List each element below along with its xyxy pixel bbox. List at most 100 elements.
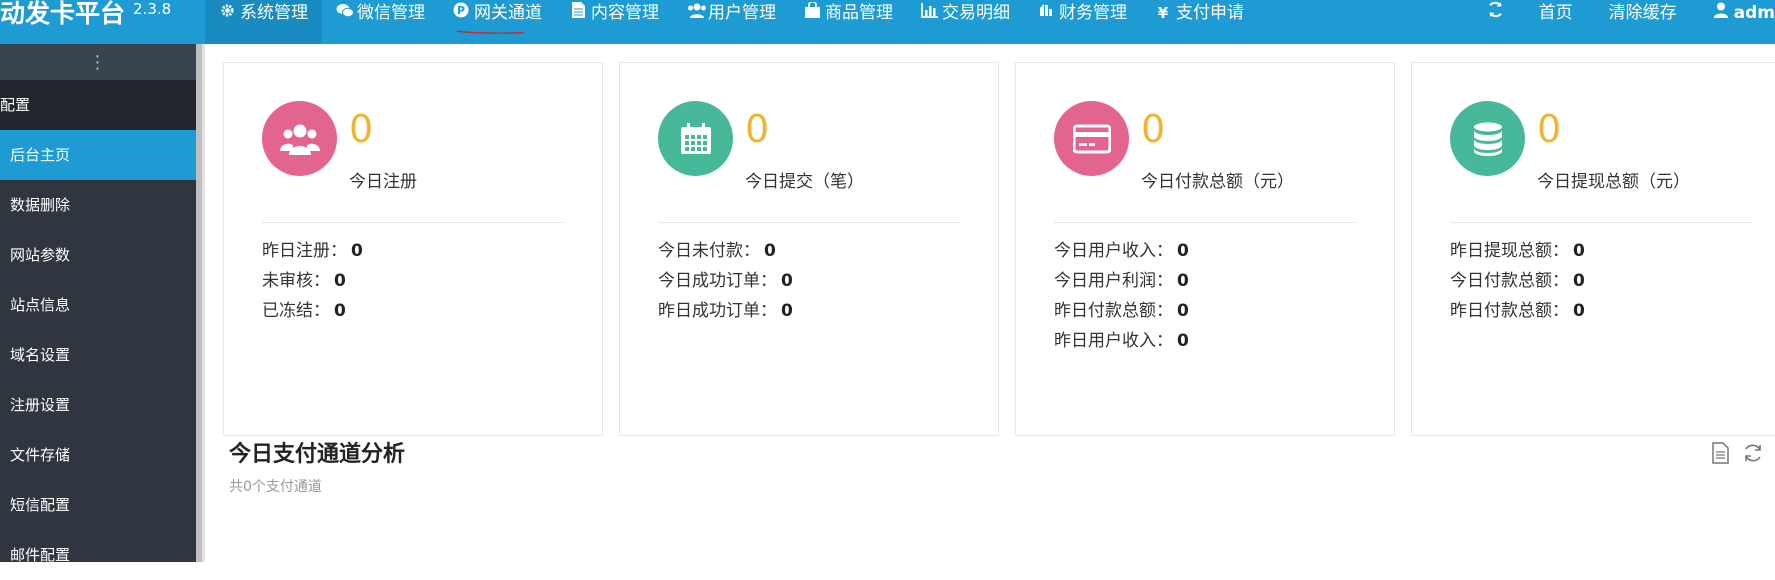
red-underline-annotation	[457, 30, 524, 34]
sidebar-item-register[interactable]: 注册设置	[0, 380, 196, 430]
database-icon	[1473, 122, 1502, 156]
export-document-icon[interactable]	[1710, 442, 1732, 464]
card-divider	[658, 222, 960, 223]
nav-label: 交易明细	[942, 3, 1010, 23]
nav-gateway[interactable]: P 网关通道	[439, 0, 556, 34]
clear-cache-label: 清除缓存	[1608, 3, 1677, 23]
sidebar-item-domain[interactable]: 域名设置	[0, 330, 196, 380]
nav-label: 财务管理	[1059, 3, 1127, 23]
refresh-icon[interactable]	[1742, 442, 1764, 464]
user-icon	[1713, 0, 1729, 26]
sidebar-group-label: 配置	[0, 96, 31, 114]
card-caption: 今日提交（笔）	[745, 172, 864, 192]
yen-icon: ¥	[1157, 4, 1169, 22]
nav-wechat[interactable]: 微信管理	[322, 0, 439, 26]
nav-users[interactable]: 用户管理	[673, 0, 790, 26]
brand-logo[interactable]: 动发卡平台 2.3.8	[0, 0, 171, 44]
calendar-icon	[680, 122, 711, 154]
credit-card-icon	[1072, 124, 1111, 153]
sidebar-group-config[interactable]: 配置	[0, 80, 196, 130]
stat-row: 昨日成功订单： 0	[658, 301, 793, 321]
nav-label: 微信管理	[357, 3, 425, 23]
user-menu[interactable]: adm	[1695, 0, 1775, 26]
card-icon-circle	[262, 101, 337, 176]
refresh-button[interactable]	[1469, 0, 1521, 26]
card-stats: 今日用户收入： 0 今日用户利润： 0 昨日付款总额： 0 昨日用户收入： 0	[1054, 236, 1189, 356]
bar-chart-icon	[921, 0, 938, 26]
home-label: 首页	[1538, 3, 1573, 23]
sidebar-item-site-info[interactable]: 站点信息	[0, 280, 196, 330]
sidebar-item-storage[interactable]: 文件存储	[0, 430, 196, 480]
nav-finance[interactable]: 财务管理	[1024, 0, 1141, 26]
card-stats: 昨日注册： 0 未审核： 0 已冻结： 0	[262, 236, 363, 326]
card-icon-circle	[658, 101, 733, 176]
clear-cache-link[interactable]: 清除缓存	[1591, 0, 1695, 26]
stat-row: 今日用户收入： 0	[1054, 241, 1189, 261]
card-value: 0	[745, 107, 770, 151]
gear-icon	[219, 0, 235, 26]
card-caption: 今日注册	[349, 172, 417, 192]
card-value: 0	[1537, 107, 1562, 151]
card-value: 0	[349, 107, 374, 151]
stat-row: 昨日付款总额： 0	[1450, 301, 1585, 321]
card-divider	[1450, 222, 1752, 223]
nav-goods[interactable]: 商品管理	[790, 0, 907, 26]
nav-content[interactable]: 内容管理	[556, 0, 673, 26]
stat-row: 昨日用户收入： 0	[1054, 331, 1189, 351]
stat-row: 今日付款总额： 0	[1450, 271, 1585, 291]
sidebar-item-label: 数据删除	[10, 196, 71, 214]
username: adm	[1733, 3, 1775, 23]
brand-version: 2.3.8	[133, 0, 172, 18]
nav-system[interactable]: 系统管理	[205, 0, 322, 44]
vertical-dots-icon: ⋮	[88, 51, 108, 73]
card-value: 0	[1141, 107, 1166, 151]
card-caption: 今日提现总额（元）	[1537, 172, 1690, 192]
sidebar: ⋮ 配置 后台主页 数据删除 网站参数 站点信息 域名设置 注册设置 文件存储 …	[0, 44, 202, 564]
card-stats: 今日未付款： 0 今日成功订单： 0 昨日成功订单： 0	[658, 236, 793, 326]
content-divider	[202, 44, 205, 562]
nav-label: 用户管理	[708, 3, 776, 23]
stat-row: 今日用户利润： 0	[1054, 271, 1189, 291]
users-icon	[279, 124, 320, 155]
nav-label: 支付申请	[1176, 3, 1244, 23]
users-icon	[687, 0, 706, 26]
p-circle-icon: P	[453, 0, 469, 26]
card-today-register: 0 今日注册 昨日注册： 0 未审核： 0 已冻结： 0	[223, 62, 603, 436]
sidebar-item-site-params[interactable]: 网站参数	[0, 230, 196, 280]
card-divider	[262, 222, 564, 223]
nav-label: 商品管理	[825, 3, 893, 23]
sidebar-item-sms[interactable]: 短信配置	[0, 480, 196, 530]
sidebar-item-dashboard[interactable]: 后台主页	[0, 130, 196, 180]
finance-icon	[1038, 0, 1054, 26]
main-nav: 系统管理 微信管理 P 网关通道 内容管理 用户管理 商品管理 交易明细 财务管…	[205, 0, 1258, 44]
stat-row: 今日成功订单： 0	[658, 271, 793, 291]
home-link[interactable]: 首页	[1521, 0, 1591, 26]
card-icon-circle	[1450, 101, 1525, 176]
sidebar-toggle[interactable]: ⋮	[0, 44, 196, 80]
card-today-submit: 0 今日提交（笔） 今日未付款： 0 今日成功订单： 0 昨日成功订单： 0	[619, 62, 999, 436]
bag-icon	[804, 0, 820, 26]
wechat-icon	[336, 0, 354, 26]
card-today-payment: 0 今日付款总额（元） 今日用户收入： 0 今日用户利润： 0 昨日付款总额： 0 昨…	[1015, 62, 1395, 436]
sidebar-item-label: 站点信息	[10, 296, 71, 314]
sidebar-item-label: 短信配置	[10, 496, 71, 514]
stat-row: 昨日提现总额： 0	[1450, 241, 1585, 261]
nav-transactions[interactable]: 交易明细	[907, 0, 1024, 26]
section-subtitle: 共0个支付通道	[229, 479, 322, 495]
stat-row: 未审核： 0	[262, 271, 346, 291]
nav-label: 系统管理	[240, 3, 308, 23]
sidebar-item-data-delete[interactable]: 数据删除	[0, 180, 196, 230]
nav-right: 首页 清除缓存 adm	[1469, 0, 1775, 44]
stat-row: 已冻结： 0	[262, 301, 346, 321]
sidebar-item-email[interactable]: 邮件配置	[0, 530, 196, 580]
nav-pay-request[interactable]: ¥ 支付申请	[1141, 0, 1258, 26]
svg-text:P: P	[457, 4, 465, 17]
card-caption: 今日付款总额（元）	[1141, 172, 1294, 192]
stat-row: 昨日付款总额： 0	[1054, 301, 1189, 321]
nav-label: 内容管理	[591, 3, 659, 23]
sidebar-item-label: 注册设置	[10, 396, 71, 414]
sidebar-item-label: 网站参数	[10, 246, 71, 264]
stat-row: 昨日注册： 0	[262, 241, 363, 261]
card-divider	[1054, 222, 1356, 223]
card-icon-circle	[1054, 101, 1129, 176]
